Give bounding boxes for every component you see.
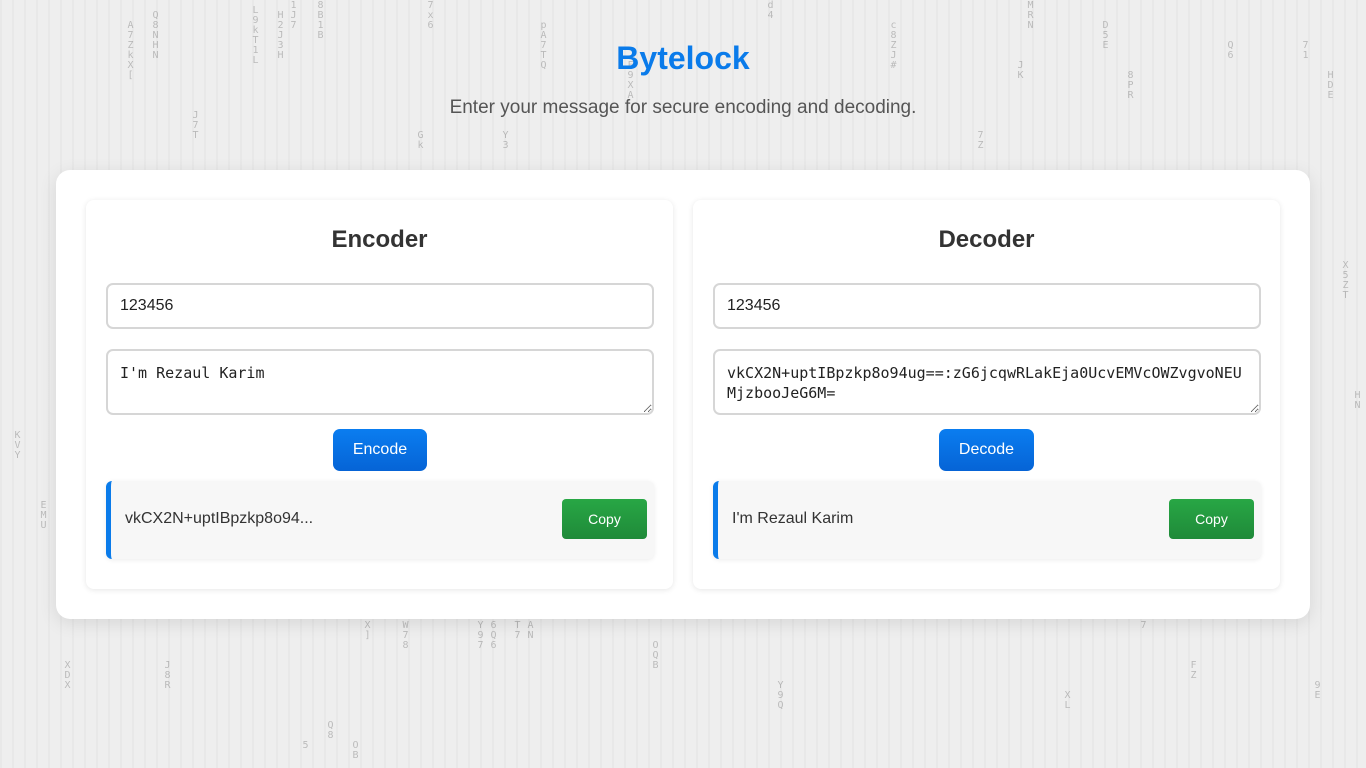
encoder-copy-button[interactable]: Copy (562, 499, 647, 539)
decoder-message-input[interactable]: vkCX2N+uptIBpzkp8o94ug==:zG6jcqwRLakEja0… (713, 349, 1261, 415)
encoder-title: Encoder (331, 226, 428, 253)
app-subtitle: Enter your message for secure encoding a… (449, 97, 917, 118)
decoder-result-box: I'm Rezaul Karim Copy (713, 481, 1261, 559)
decoder-panel: Decoder vkCX2N+uptIBpzkp8o94ug==:zG6jcqw… (693, 200, 1280, 589)
encoder-panel: Encoder I'm Rezaul Karim Encode vkCX2N+u… (86, 200, 673, 589)
app-title: Bytelock (616, 40, 750, 76)
encoder-key-input[interactable] (106, 283, 654, 329)
encoder-result-text: vkCX2N+uptIBpzkp8o94... (125, 510, 314, 527)
encoder-message-input[interactable]: I'm Rezaul Karim (106, 349, 654, 415)
encoder-result-box: vkCX2N+uptIBpzkp8o94... Copy (106, 481, 654, 559)
decoder-copy-button[interactable]: Copy (1169, 499, 1254, 539)
decoder-title: Decoder (938, 226, 1035, 253)
encode-button[interactable]: Encode (333, 429, 427, 471)
decoder-result-text: I'm Rezaul Karim (732, 510, 854, 527)
decode-button[interactable]: Decode (939, 429, 1034, 471)
main-card: Encoder I'm Rezaul Karim Encode vkCX2N+u… (56, 170, 1310, 619)
decoder-key-input[interactable] (713, 283, 1261, 329)
